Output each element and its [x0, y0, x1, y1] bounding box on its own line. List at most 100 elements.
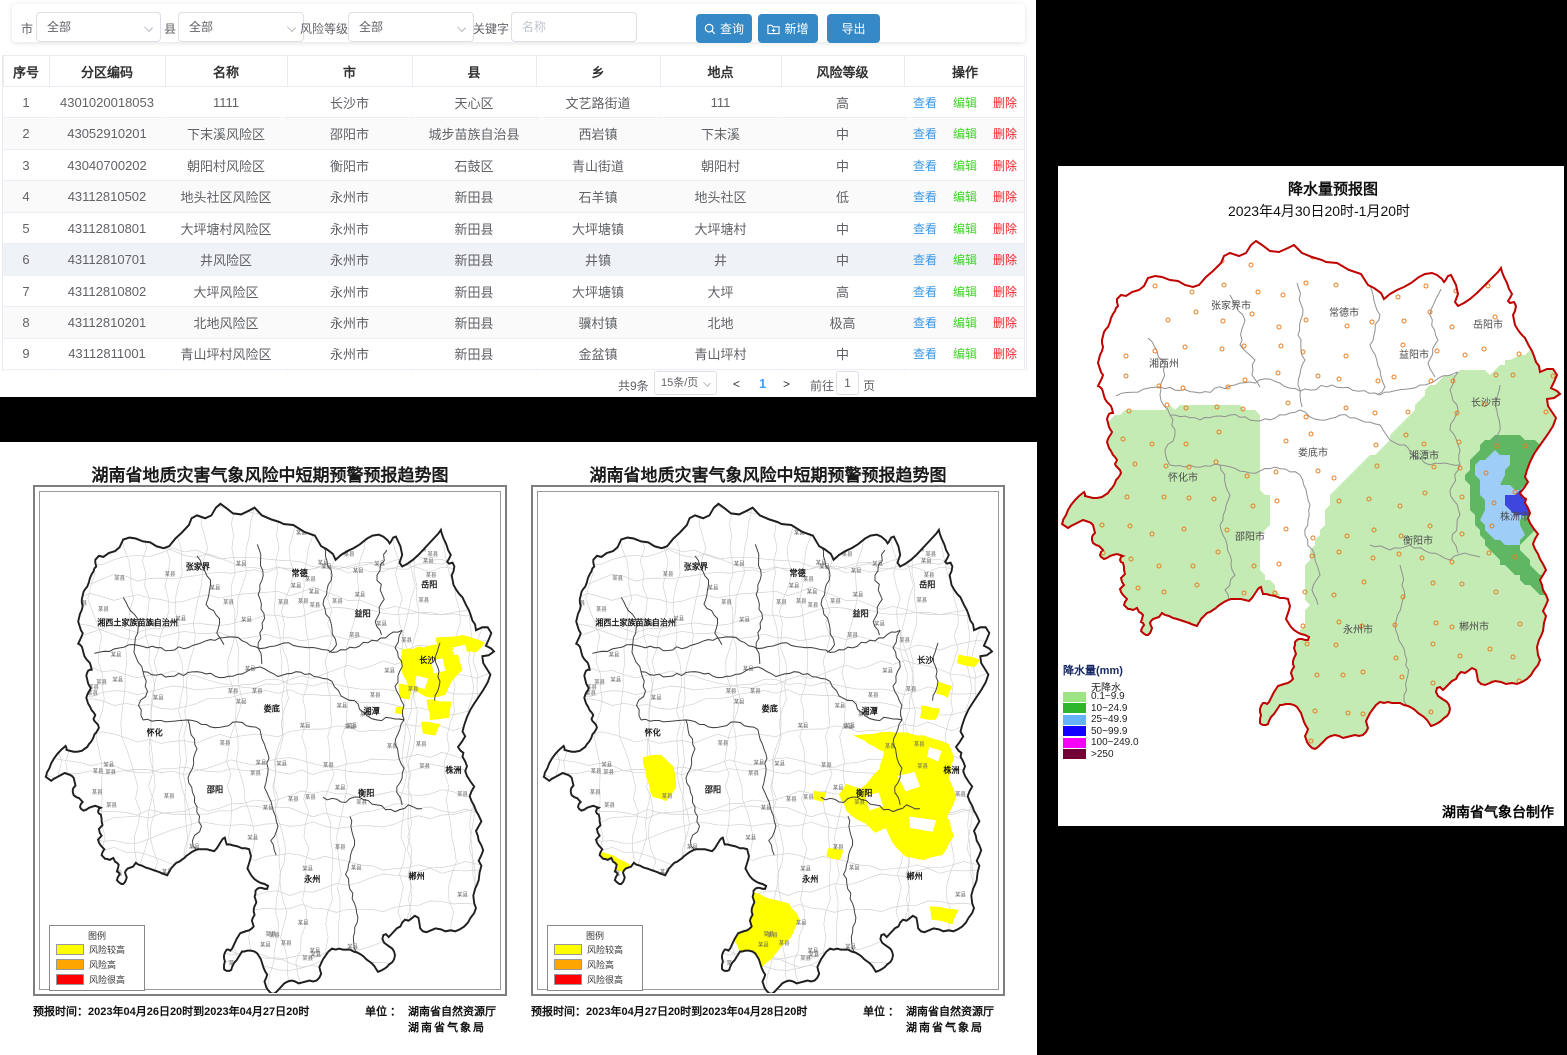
svg-text:怀化: 怀化 — [645, 727, 662, 737]
svg-text:某县: 某县 — [105, 769, 116, 776]
svg-text:某县: 某县 — [302, 865, 313, 872]
svg-text:益阳: 益阳 — [853, 608, 869, 618]
svg-text:某县: 某县 — [221, 853, 232, 860]
svg-text:某县: 某县 — [854, 799, 865, 806]
svg-text:某县: 某县 — [739, 616, 750, 623]
svg-text:某县: 某县 — [743, 666, 754, 673]
svg-text:某县: 某县 — [260, 942, 271, 949]
svg-text:怀化市: 怀化市 — [1168, 471, 1198, 484]
svg-text:邵阳: 邵阳 — [206, 784, 223, 794]
svg-text:某县: 某县 — [610, 676, 621, 683]
svg-text:某县: 某县 — [745, 834, 756, 841]
svg-text:某县: 某县 — [603, 769, 614, 776]
svg-text:岳阳: 岳阳 — [919, 579, 935, 589]
svg-text:某县: 某县 — [376, 620, 387, 627]
svg-text:某县: 某县 — [112, 676, 123, 683]
svg-text:某县: 某县 — [914, 741, 925, 748]
svg-text:某县: 某县 — [305, 794, 316, 801]
svg-text:永州: 永州 — [303, 874, 320, 884]
svg-text:某县: 某县 — [800, 865, 811, 872]
svg-text:某县: 某县 — [853, 591, 864, 598]
svg-text:某县: 某县 — [374, 560, 385, 567]
svg-text:某县: 某县 — [579, 868, 590, 875]
svg-text:某县: 某县 — [708, 585, 719, 592]
svg-text:某县: 某县 — [384, 667, 395, 674]
svg-text:某县: 某县 — [899, 637, 910, 644]
svg-text:某县: 某县 — [800, 955, 811, 962]
svg-text:某县: 某县 — [278, 599, 289, 606]
svg-text:某县: 某县 — [302, 955, 313, 962]
svg-text:某县: 某县 — [149, 915, 160, 922]
svg-text:某县: 某县 — [591, 768, 602, 775]
svg-text:张家界: 张家界 — [186, 561, 211, 571]
svg-text:某县: 某县 — [207, 905, 218, 912]
svg-text:某县: 某县 — [150, 526, 161, 533]
svg-text:某县: 某县 — [843, 723, 854, 730]
svg-text:某县: 某县 — [662, 793, 673, 800]
svg-text:湘西州: 湘西州 — [1149, 357, 1179, 370]
svg-text:某县: 某县 — [414, 538, 425, 545]
svg-text:某县: 某县 — [236, 560, 247, 567]
svg-text:长沙: 长沙 — [917, 655, 934, 665]
svg-text:某县: 某县 — [310, 602, 321, 609]
svg-text:常德市: 常德市 — [1329, 306, 1359, 319]
svg-text:某县: 某县 — [181, 881, 192, 888]
svg-text:某县: 某县 — [796, 598, 807, 605]
svg-text:某县: 某县 — [574, 549, 585, 556]
svg-text:某县: 某县 — [370, 692, 381, 699]
svg-text:株洲: 株洲 — [943, 765, 959, 775]
svg-text:某县: 某县 — [228, 688, 239, 695]
svg-text:某县: 某县 — [955, 791, 966, 798]
svg-text:某县: 某县 — [758, 942, 769, 949]
svg-text:郴州市: 郴州市 — [1459, 620, 1489, 633]
svg-text:张家界市: 张家界市 — [1211, 299, 1251, 312]
svg-text:某县: 某县 — [925, 551, 936, 558]
svg-text:某县: 某县 — [408, 686, 419, 693]
svg-text:某县: 某县 — [245, 666, 256, 673]
svg-text:某县: 某县 — [579, 866, 590, 873]
svg-text:某县: 某县 — [300, 722, 311, 729]
svg-text:益阳市: 益阳市 — [1399, 348, 1429, 361]
svg-text:某县: 某县 — [849, 864, 860, 871]
svg-text:某县: 某县 — [789, 583, 800, 590]
svg-text:某县: 某县 — [912, 538, 923, 545]
svg-text:某县: 某县 — [457, 791, 468, 798]
svg-text:某县: 某县 — [345, 723, 356, 730]
svg-text:岳阳市: 岳阳市 — [1473, 318, 1503, 331]
svg-text:衡阳: 衡阳 — [358, 788, 374, 798]
svg-text:某县: 某县 — [92, 789, 103, 796]
svg-text:某县: 某县 — [916, 597, 927, 604]
svg-text:某县: 某县 — [917, 763, 928, 770]
svg-text:常德: 常德 — [292, 568, 309, 578]
svg-text:某县: 某县 — [318, 559, 329, 566]
svg-text:某县: 某县 — [416, 741, 427, 748]
svg-text:某县: 某县 — [387, 743, 398, 750]
svg-text:某县: 某县 — [332, 598, 343, 605]
svg-text:某县: 某县 — [462, 576, 473, 583]
svg-text:某县: 某县 — [612, 575, 623, 582]
svg-text:某县: 某县 — [726, 688, 737, 695]
svg-text:某县: 某县 — [252, 688, 263, 695]
svg-text:衡阳市: 衡阳市 — [1403, 534, 1433, 547]
svg-text:怀化: 怀化 — [147, 727, 164, 737]
svg-text:某县: 某县 — [457, 891, 468, 898]
svg-text:益阳: 益阳 — [355, 608, 371, 618]
svg-text:某县: 某县 — [833, 784, 844, 791]
svg-text:某县: 某县 — [816, 559, 827, 566]
svg-text:某县: 某县 — [80, 710, 91, 717]
svg-text:某县: 某县 — [835, 702, 846, 709]
svg-text:郴州: 郴州 — [409, 871, 425, 881]
svg-text:某县: 某县 — [418, 597, 429, 604]
svg-text:郴州: 郴州 — [907, 871, 923, 881]
svg-text:某县: 某县 — [601, 761, 612, 768]
svg-text:某县: 某县 — [821, 762, 832, 769]
svg-text:某县: 某县 — [872, 560, 883, 567]
svg-text:湘西土家族苗族自治州: 湘西土家族苗族自治州 — [595, 617, 676, 627]
svg-text:某县: 某县 — [349, 632, 360, 639]
svg-text:某县: 某县 — [98, 606, 109, 613]
svg-text:某县: 某县 — [679, 881, 690, 888]
svg-text:某县: 某县 — [868, 692, 879, 699]
svg-text:某县: 某县 — [210, 585, 221, 592]
svg-text:某县: 某县 — [288, 796, 299, 803]
svg-text:某县: 某县 — [700, 869, 711, 876]
